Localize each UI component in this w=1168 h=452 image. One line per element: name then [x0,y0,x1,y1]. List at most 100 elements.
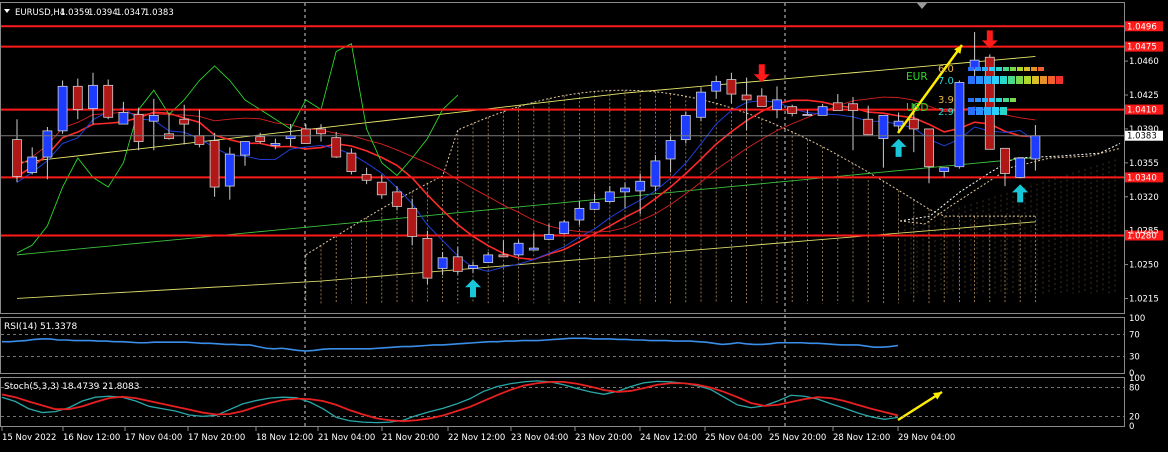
candle-bear-body [863,118,874,136]
candle-bull-body [696,91,706,118]
candle-bull-body [1030,135,1041,160]
candle-bull-body [1015,157,1026,178]
strength-cell [968,98,974,102]
price-tick-label: 1.0285 [1129,227,1159,237]
candle-bull-body [574,207,585,221]
strength-cell [1024,76,1031,84]
price-tick-label: 1.0390 [1129,125,1159,135]
candle-bear-body [255,136,266,142]
candle-bull-body [42,130,53,158]
yellow-arrow-main [896,44,964,134]
time-tick-label: 25 Nov 20:00 [769,433,826,443]
strength-cell [1038,67,1044,71]
candle-bull-body [528,247,539,251]
strength-cell [976,107,983,115]
candle-bull-body [620,187,630,193]
stoch-tick-label: 80 [1129,384,1140,394]
candle-bear-body [133,114,144,142]
rsi-line [2,337,899,352]
candle [224,147,235,200]
candle-bull-body [650,160,661,187]
currency-value-secondary: 7.0 [938,76,954,87]
stoch-title: Stoch(5,3,3) 18.4739 21.8083 [4,382,139,392]
price-tick-label: 1.0215 [1129,294,1159,304]
candle-bull-body [589,202,600,210]
candle-bear-body [498,254,509,258]
candle [680,111,691,144]
candle [1015,157,1026,179]
rsi-pane: RSI(14) 51.3378 10070300 [1,314,1145,379]
strength-cell [1003,67,1009,71]
currency-value: 6.0 [938,64,954,75]
strength-cell [1003,98,1009,102]
candle-bear-body [908,118,919,130]
candle [407,198,418,246]
candle-bear-body [787,106,798,114]
ohlc-low: 1.0347 [116,8,146,18]
price-tick-label: 1.0355 [1129,159,1159,169]
strength-cell [975,67,981,71]
dropdown-triangle-icon[interactable] [4,9,10,13]
pane-frames [0,2,1125,427]
candle-bear-body [452,256,463,272]
strength-cell [1031,67,1037,71]
rsi-tick-label: 70 [1129,331,1140,341]
price-tick-label: 1.0320 [1129,193,1159,203]
candle [300,124,311,144]
candle [27,147,38,175]
strength-cell [1048,76,1055,84]
candle [620,182,630,209]
currency-value: 3.9 [938,95,954,106]
stoch-tick-label: 20 [1129,412,1140,422]
strength-cell [996,98,1002,102]
candle-bull-body [772,99,782,110]
strength-cell [989,98,995,102]
candle [209,132,220,197]
candle [346,148,357,175]
candle-bear-body [756,95,767,108]
candle [392,186,402,211]
candle [939,167,950,178]
candle [817,103,828,116]
candle [1000,147,1010,187]
trading-chart[interactable]: 1.04961.04751.04101.03401.0280 1.0383 1.… [0,0,1168,452]
strength-cell [1024,67,1030,71]
candle [559,220,570,235]
time-tick-label: 21 Nov 20:00 [382,433,439,443]
up-arrow-icon [465,279,481,298]
time-tick-label: 15 Nov 2022 [2,433,56,443]
candle [133,107,144,151]
stochastic-pane: Stoch(5,3,3) 18.4739 21.8083 10080 200 [1,374,1145,432]
rsi-tick-label: 100 [1129,314,1145,324]
rsi-title: RSI(14) 51.3378 [4,322,77,332]
candle [848,96,858,151]
candle [650,155,661,191]
candle [756,88,767,108]
moving-averages [16,43,1036,299]
candle-bear-body [376,181,387,196]
time-tick-label: 17 Nov 20:00 [188,433,245,443]
candle-bull-body [88,84,98,109]
candle-bull-body [483,254,494,264]
candle-bull-body [559,221,570,234]
up-arrow-icon [1012,184,1029,203]
candle [513,240,524,257]
candle-bull-body [939,167,950,172]
candle [924,128,934,184]
time-tick-label: 21 Nov 04:00 [318,433,375,443]
time-axis: 15 Nov 2022 16 Nov 12:00 17 Nov 04:00 17 No… [1,427,955,443]
candle [194,109,205,148]
time-tick-label: 24 Nov 12:00 [640,433,697,443]
scroll-marker-icon[interactable] [917,3,927,9]
candle [468,261,478,274]
currency-name: EUR [906,71,928,83]
strength-cell [1040,76,1047,84]
strength-cell [1016,76,1023,84]
strength-cell [982,98,988,102]
currency-name: USD [906,102,928,114]
strength-cell [984,76,991,84]
candle-bear-body [1000,147,1010,174]
candle [270,138,281,150]
ohlc-high: 1.0394 [88,8,118,18]
candle-bear-body [72,85,83,110]
